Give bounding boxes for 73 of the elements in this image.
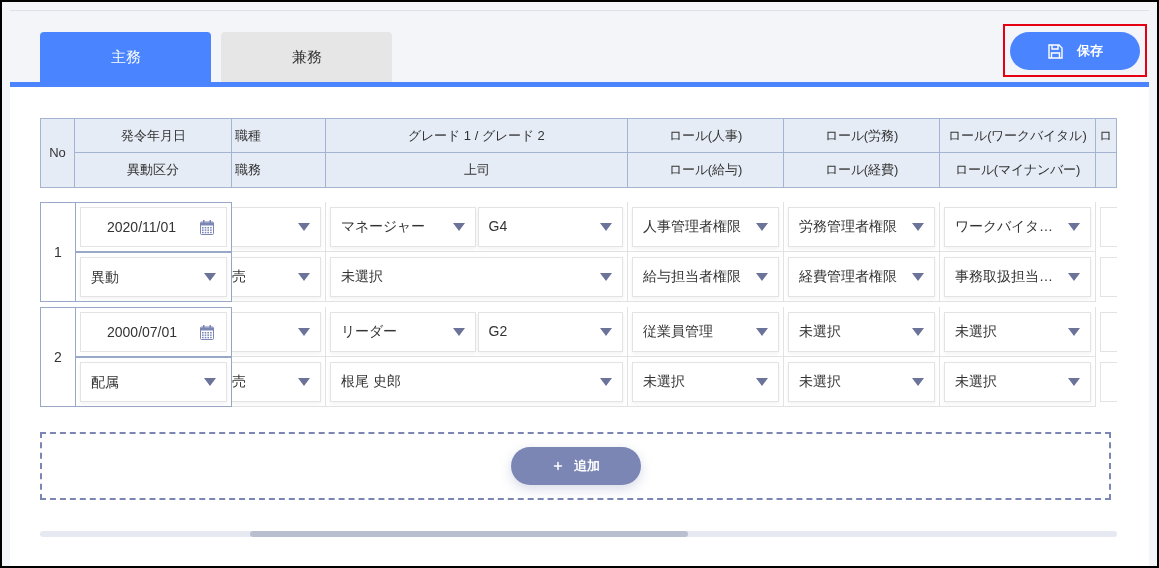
select-field[interactable]: 未選択 [944,311,1091,352]
save-icon [1047,43,1063,59]
column-header: ロール(給与) [628,153,784,188]
column-header: 発令年月日 [75,118,232,153]
tab[interactable]: 兼務 [221,32,392,82]
caret-icon [912,272,924,281]
select-field[interactable]: G2 [477,311,623,352]
select-field[interactable]: ワークバイタ… [944,206,1091,247]
select-field[interactable]: 売 [232,256,321,297]
select-field[interactable]: 人事管理者権限 [632,206,779,247]
select-field[interactable]: 売 [232,361,321,402]
date-field[interactable]: 2020/11/01 [80,207,227,247]
caret-icon [204,378,216,386]
select-field[interactable] [232,206,321,247]
select-field[interactable]: 未選択 [788,311,935,352]
select-field[interactable]: リーダー [330,311,476,352]
select-field[interactable]: 未選択 [788,361,935,402]
caret-icon [1068,377,1080,386]
column-header: ロール(マイナンバー) [940,153,1096,188]
caret-icon [452,327,465,336]
caret-icon [1068,272,1080,281]
caret-icon [756,222,768,231]
caret-icon [912,222,924,231]
caret-icon [600,377,612,386]
caret-icon [298,222,310,231]
select-field[interactable]: G4 [477,206,623,247]
caret-icon [600,327,612,336]
caret-icon [912,377,924,386]
select-field[interactable]: 事務取扱担当… [944,256,1091,297]
select-field[interactable]: 未選択 [330,256,623,297]
select-field[interactable]: 経費管理者権限 [788,256,935,297]
column-header: 上司 [326,153,628,188]
column-header: ロール(ワークバイタル) [940,118,1096,153]
column-header: 職種 [232,118,326,153]
calendar-icon [200,324,214,340]
select-field[interactable] [232,311,321,352]
select-field[interactable]: 配属 [80,362,227,402]
column-header: ロール(経費) [784,153,940,188]
column-header: ロール(労務) [784,118,940,153]
calendar-icon [200,219,214,235]
row-number: 1 [40,202,75,302]
caret-icon [1068,222,1080,231]
row-number: 2 [40,307,75,407]
caret-icon [756,327,768,336]
date-field[interactable]: 2000/07/01 [80,312,227,352]
add-button[interactable]: 追加 [510,447,641,485]
column-header: 異動区分 [75,153,232,188]
caret-icon [452,222,465,231]
select-field[interactable]: 未選択 [632,361,779,402]
select-field[interactable]: マネージャー [330,206,476,247]
column-header: ロ [1096,118,1117,153]
caret-icon [298,272,310,281]
caret-icon [204,273,216,281]
select-field[interactable]: 根尾 史郎 [330,361,623,402]
caret-icon [298,327,310,336]
caret-icon [1068,327,1080,336]
select-field[interactable]: 従業員管理 [632,311,779,352]
caret-icon [298,377,310,386]
caret-icon [756,377,768,386]
column-header: ロール(人事) [628,118,784,153]
column-header [1096,153,1117,188]
caret-icon [756,272,768,281]
column-header: グレード 1 / グレード 2 [326,118,628,153]
caret-icon [912,327,924,336]
column-header: 職務 [232,153,326,188]
plus-icon [551,460,564,472]
caret-icon [600,272,612,281]
select-field[interactable]: 労務管理者権限 [788,206,935,247]
select-field[interactable]: 給与担当者権限 [632,256,779,297]
select-field[interactable]: 未選択 [944,361,1091,402]
column-header: No [40,118,75,188]
caret-icon [600,222,612,231]
select-field[interactable]: 異動 [80,257,227,297]
